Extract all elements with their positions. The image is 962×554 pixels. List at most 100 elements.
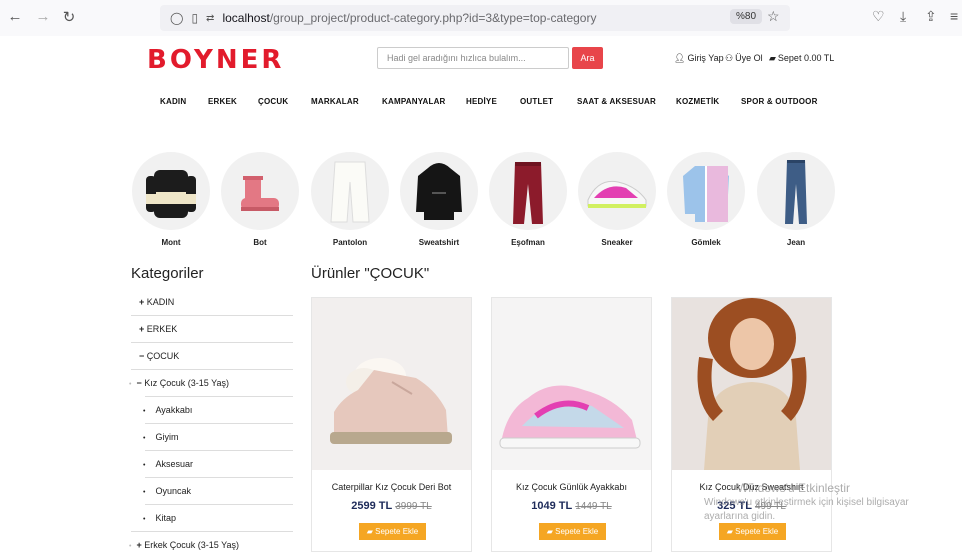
product-price: 2599 TL 3999 TL xyxy=(312,500,471,512)
sidebar-item-kiz-cocuk[interactable]: • − Kız Çocuk (3-15 Yaş) xyxy=(129,378,229,388)
activation-watermark-text: Windows'u etkinleştirmek için kişisel bi… xyxy=(704,497,909,508)
product-image[interactable] xyxy=(672,298,831,470)
button-label: Sepete Ekle xyxy=(735,527,779,536)
current-price: 2599 TL xyxy=(351,500,393,512)
product-name[interactable]: Caterpillar Kız Çocuk Deri Bot xyxy=(312,482,471,492)
sidebar-item-ayakkabi[interactable]: • Ayakkabı xyxy=(143,405,192,415)
sidebar-item-cocuk[interactable]: − ÇOCUK xyxy=(139,351,179,361)
site-logo[interactable]: BOYNER xyxy=(147,45,284,75)
jacket-icon xyxy=(146,170,196,218)
sidebar-item-label: Kitap xyxy=(155,513,176,523)
cart-icon: ▰ xyxy=(366,527,376,536)
search-button[interactable]: Ara xyxy=(572,47,603,69)
add-to-cart-button[interactable]: ▰ Sepete Ekle xyxy=(719,523,786,540)
boot-icon xyxy=(241,176,279,211)
cart-label: Sepet 0.00 TL xyxy=(777,53,835,63)
divider xyxy=(145,423,293,424)
category-label: Eşofman xyxy=(511,238,545,247)
expand-icon: + xyxy=(139,297,145,307)
permissions-icon[interactable]: ⇄ xyxy=(206,13,214,24)
sidebar-item-label: Giyim xyxy=(155,432,179,442)
pocket-icon[interactable]: ♡ xyxy=(872,8,885,25)
zoom-badge[interactable]: %80 xyxy=(730,9,763,24)
nav-kampanyalar[interactable]: KAMPANYALAR xyxy=(382,97,446,106)
back-icon[interactable]: ← xyxy=(6,8,24,25)
nav-hediye[interactable]: HEDİYE xyxy=(466,97,497,106)
nav-kadin[interactable]: KADIN xyxy=(160,97,186,106)
product-image[interactable] xyxy=(492,298,651,470)
cart-link[interactable]: ▰ Sepet 0.00 TL xyxy=(769,53,834,64)
category-bot[interactable] xyxy=(221,152,299,230)
sidebar-item-label: Erkek Çocuk (3-15 Yaş) xyxy=(144,540,239,550)
login-label: Giriş Yap xyxy=(687,53,724,63)
bullet-icon: • xyxy=(129,381,132,388)
product-card[interactable]: Kız Çocuk Günlük Ayakkabı 1049 TL 1449 TL… xyxy=(491,297,652,552)
pants-icon xyxy=(330,161,370,223)
products-title: Ürünler "ÇOCUK" xyxy=(311,265,430,282)
register-label: Üye Ol xyxy=(735,53,763,63)
category-label: Gömlek xyxy=(691,238,721,247)
register-link[interactable]: ⚇ Üye Ol xyxy=(725,53,763,64)
category-sneaker[interactable] xyxy=(578,152,656,230)
collapse-icon: − xyxy=(136,378,142,388)
nav-outlet[interactable]: OUTLET xyxy=(520,97,553,106)
page-icon[interactable]: ▯ xyxy=(191,11,198,25)
sidebar-item-giyim[interactable]: • Giyim xyxy=(143,432,178,442)
shield-icon[interactable]: ◯ xyxy=(170,11,183,25)
forward-icon[interactable]: → xyxy=(34,8,52,25)
login-link[interactable]: 👤︎ Giriş Yap xyxy=(674,53,724,64)
bookmark-star-icon[interactable]: ☆ xyxy=(767,8,780,25)
sidebar-item-oyuncak[interactable]: • Oyuncak xyxy=(143,486,191,496)
category-pantolon[interactable] xyxy=(311,152,389,230)
category-esofman[interactable] xyxy=(489,152,567,230)
browser-toolbar: ← → ↻ ◯ ▯ ⇄ localhost/group_project/prod… xyxy=(0,0,962,36)
category-label: Pantolon xyxy=(332,238,368,247)
nav-saat-aksesuar[interactable]: SAAT & AKSESUAR xyxy=(577,97,656,106)
sidebar-item-aksesuar[interactable]: • Aksesuar xyxy=(143,459,193,469)
search-input[interactable] xyxy=(377,47,569,69)
divider xyxy=(131,369,293,370)
sidebar-item-kitap[interactable]: • Kitap xyxy=(143,513,176,523)
sweatshirt-icon xyxy=(416,163,462,220)
product-card[interactable]: Caterpillar Kız Çocuk Deri Bot 2599 TL 39… xyxy=(311,297,472,552)
main-nav: KADIN ERKEK ÇOCUK MARKALAR KAMPANYALAR H… xyxy=(0,97,962,111)
category-mont[interactable] xyxy=(132,152,210,230)
reload-icon[interactable]: ↻ xyxy=(60,8,78,26)
bag-icon: ▰ xyxy=(769,53,776,63)
url-text[interactable]: localhost/group_project/product-category… xyxy=(222,11,596,25)
sneaker-icon xyxy=(499,385,641,449)
bullet-icon: • xyxy=(129,543,132,550)
divider xyxy=(145,504,293,505)
downloads-icon[interactable]: ⤓ xyxy=(900,8,906,25)
nav-erkek[interactable]: ERKEK xyxy=(208,97,237,106)
child-portrait-icon xyxy=(697,298,807,470)
divider xyxy=(131,342,293,343)
nav-spor-outdoor[interactable]: SPOR & OUTDOOR xyxy=(741,97,818,106)
sidebar-item-label: KADIN xyxy=(146,297,175,307)
divider xyxy=(145,477,293,478)
product-image[interactable] xyxy=(312,298,471,470)
nav-kozmetik[interactable]: KOZMETİK xyxy=(676,97,719,106)
divider xyxy=(131,531,293,532)
nav-cocuk[interactable]: ÇOCUK xyxy=(258,97,288,106)
sneaker-icon xyxy=(587,180,647,208)
nav-markalar[interactable]: MARKALAR xyxy=(311,97,359,106)
sidebar-item-label: ERKEK xyxy=(146,324,178,334)
sidebar-item-erkek-cocuk[interactable]: • + Erkek Çocuk (3-15 Yaş) xyxy=(129,540,239,550)
sidebar-item-kadin[interactable]: + KADIN xyxy=(139,297,174,307)
sidebar-item-erkek[interactable]: + ERKEK xyxy=(139,324,177,334)
add-to-cart-button[interactable]: ▰ Sepete Ekle xyxy=(539,523,606,540)
sidebar-item-label: Oyuncak xyxy=(155,486,191,496)
menu-icon[interactable]: ≡ xyxy=(950,8,958,24)
category-gomlek[interactable] xyxy=(667,152,745,230)
expand-icon: + xyxy=(136,540,142,550)
current-price: 1049 TL xyxy=(531,500,573,512)
category-sweatshirt[interactable] xyxy=(400,152,478,230)
product-name[interactable]: Kız Çocuk Günlük Ayakkabı xyxy=(492,482,651,492)
share-icon[interactable]: ⇪ xyxy=(925,8,937,25)
category-jean[interactable] xyxy=(757,152,835,230)
add-to-cart-button[interactable]: ▰ Sepete Ekle xyxy=(359,523,426,540)
cart-icon: ▰ xyxy=(546,527,556,536)
category-label: Jean xyxy=(786,238,806,247)
address-bar[interactable]: ◯ ▯ ⇄ localhost/group_project/product-ca… xyxy=(160,5,790,31)
